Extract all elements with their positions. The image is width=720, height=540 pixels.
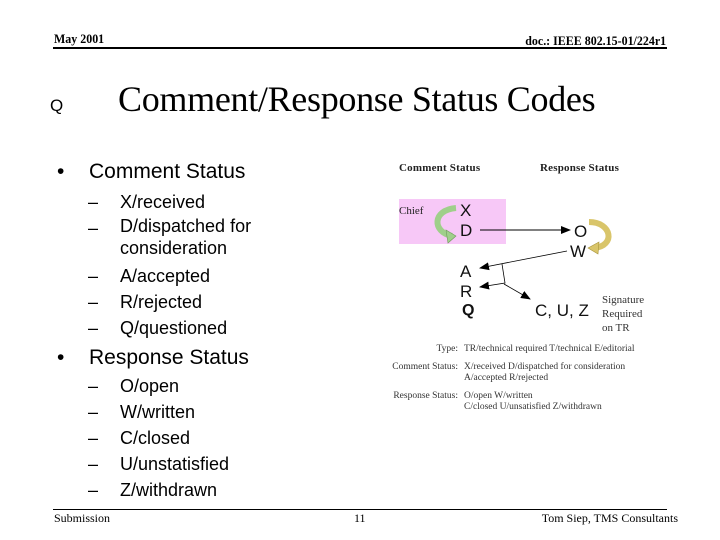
writer-cycle-arrowhead-icon: [587, 241, 600, 255]
bullet-icon: •: [57, 160, 65, 183]
legend-row-type: Type: TR/technical required T/technical …: [380, 344, 680, 355]
signature-note-line: Signature: [602, 294, 645, 306]
dash-icon: –: [88, 402, 99, 422]
legend-key: Response Status:: [393, 391, 458, 401]
status-x: X: [460, 201, 472, 220]
status-w: W: [570, 242, 587, 261]
dash-icon: –: [88, 480, 99, 500]
header-date: May 2001: [54, 31, 105, 46]
list-item-text: O/open: [120, 376, 180, 396]
list-item-text: C/closed: [120, 428, 191, 448]
legend-line: TR/technical required T/technical E/edit…: [464, 344, 635, 354]
status-legend: Type: TR/technical required T/technical …: [380, 344, 680, 420]
legend-line: O/open W/written: [464, 391, 533, 401]
legend-line: C/closed U/unsatisfied Z/withdrawn: [464, 402, 602, 412]
dash-icon: –: [88, 292, 99, 312]
dash-icon: –: [88, 192, 99, 212]
status-d: D: [460, 221, 473, 240]
list-item: – D/dispatched for consideration: [88, 215, 328, 259]
status-r: R: [460, 282, 473, 301]
title-marker: Q: [50, 96, 64, 115]
dash-icon: –: [88, 266, 99, 286]
signature-note: Signature Required on TR: [602, 293, 644, 335]
dash-icon: –: [88, 218, 99, 238]
list-item-text: R/rejected: [120, 292, 203, 312]
list-item-text: X/received: [120, 192, 206, 212]
list-item-text: U/unstatisfied: [120, 454, 230, 474]
signature-note-line: Required: [602, 308, 643, 320]
legend-value: O/open W/written C/closed U/unsatisfied …: [464, 391, 680, 413]
legend-value: TR/technical required T/technical E/edit…: [464, 344, 680, 355]
dash-icon: –: [88, 454, 99, 474]
list-item-text: Q/questioned: [120, 318, 228, 338]
dash-icon: –: [88, 376, 99, 396]
comment-status-list: – X/received – D/dispatched for considerat…: [88, 189, 328, 341]
list-item: – Q/questioned: [88, 315, 328, 341]
legend-row-comment-status: Comment Status: X/received D/dispatched …: [380, 362, 680, 384]
response-status-heading: Response Status: [89, 346, 249, 369]
list-item-text: A/accepted: [120, 266, 211, 286]
legend-value: X/received D/dispatched for consideratio…: [464, 362, 680, 384]
list-item: – C/closed: [88, 425, 328, 451]
response-status-list: – O/open – W/written – C/closed – U/unstatis…: [88, 373, 328, 503]
status-q: Q: [462, 302, 475, 319]
signature-note-line: on TR: [602, 322, 630, 334]
list-item: – A/accepted: [88, 263, 328, 289]
list-item: – W/written: [88, 399, 328, 425]
list-item-text: Z/withdrawn: [120, 480, 218, 500]
w-to-a-arrow: [479, 250, 568, 271]
list-item-text: W/written: [120, 402, 196, 422]
status-a: A: [460, 262, 472, 281]
list-item: – X/received: [88, 189, 328, 215]
footer-submission: Submission: [54, 511, 111, 525]
list-item-text: D/dispatched for consideration: [120, 216, 252, 258]
page-number: 11: [354, 511, 366, 525]
footer-author: Tom Siep, TMS Consultants: [541, 511, 678, 525]
legend-key: Comment Status:: [392, 362, 458, 372]
legend-line: X/received D/dispatched for consideratio…: [464, 362, 626, 372]
list-item: – Z/withdrawn: [88, 477, 328, 503]
list-item: – R/rejected: [88, 289, 328, 315]
dash-icon: –: [88, 428, 99, 448]
status-flow-diagram: Comment Status Response Status Chief X D…: [380, 150, 680, 350]
comment-status-heading: Comment Status: [89, 160, 246, 183]
chief-cycle-arrowhead-icon: [445, 229, 457, 244]
header-divider: [53, 47, 667, 49]
bullet-icon: •: [57, 346, 65, 369]
status-o: O: [574, 222, 588, 241]
footer-divider: [53, 509, 667, 510]
legend-line: A/accepted R/rejected: [464, 373, 549, 383]
dash-icon: –: [88, 318, 99, 338]
legend-row-response-status: Response Status: O/open W/written C/clos…: [380, 391, 680, 413]
list-item: – O/open: [88, 373, 328, 399]
status-c-u-z: C, U, Z: [535, 301, 589, 320]
list-item: – U/unstatisfied: [88, 451, 328, 477]
legend-key: Type:: [436, 344, 459, 354]
r-to-cuz-arrow: [503, 283, 531, 300]
page-title: Comment/Response Status Codes: [118, 79, 596, 119]
